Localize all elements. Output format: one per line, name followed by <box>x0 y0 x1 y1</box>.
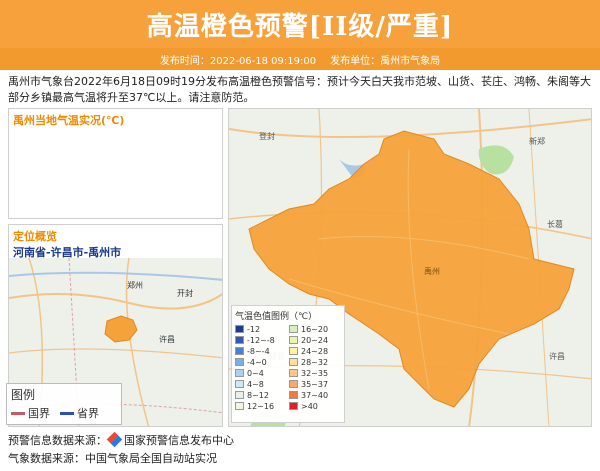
map-legend: 图例 国界 省界 <box>6 383 122 425</box>
temperature-legend-grid: -12 16~20 -12~-8 20~24 -8~-4 24~28 -4~0 28~32 0~… <box>235 324 341 411</box>
map-label-dengfeng: 登封 <box>259 131 275 141</box>
temperature-swatch <box>289 391 298 399</box>
warning-banner: 高温橙色预警[II级/严重] <box>0 0 600 48</box>
temperature-swatch <box>235 369 244 377</box>
publisher: 发布单位：禹州市气象局 <box>330 55 441 67</box>
temperature-swatch <box>289 325 298 333</box>
temperature-range-label: -12~-8 <box>247 335 275 345</box>
provincial-border-line <box>60 411 74 415</box>
warning-source-line: 预警信息数据来源： 国家预警信息发布中心 <box>8 431 234 450</box>
overview-label-zhengzhou: 郑州 <box>127 280 143 290</box>
temperature-range-label: -12 <box>247 324 261 334</box>
legend-label-national-border: 国界 <box>28 407 50 420</box>
temperature-range-label: 24~28 <box>301 346 329 356</box>
temperature-range-label: 20~24 <box>301 335 329 345</box>
temperature-swatch <box>289 369 298 377</box>
temperature-range-label: 4~8 <box>247 379 264 389</box>
temperature-swatch <box>289 380 298 388</box>
map-legend-title: 图例 <box>11 388 36 402</box>
temperature-range-label: -8~-4 <box>247 346 270 356</box>
footer: 预警信息数据来源： 国家预警信息发布中心 气象数据来源：中国气象局全国自动站实况 <box>8 431 234 468</box>
legend-item-provincial-border: 省界 <box>60 405 99 421</box>
temperature-legend-item: 20~24 <box>289 335 341 345</box>
temperature-swatch <box>235 380 244 388</box>
temperature-panel: 禹州当地气温实况(℃) <box>8 108 223 219</box>
temperature-range-label: 12~16 <box>247 401 275 411</box>
temperature-legend-item: 8~12 <box>235 390 287 400</box>
legend-label-provincial-border: 省界 <box>77 407 99 420</box>
temperature-legend-item: -8~-4 <box>235 346 287 356</box>
temperature-range-label: -4~0 <box>247 357 267 367</box>
temperature-swatch <box>289 402 298 410</box>
temperature-range-label: 8~12 <box>247 390 269 400</box>
temperature-swatch <box>235 325 244 333</box>
legend-item-national-border: 国界 <box>11 405 50 421</box>
temperature-swatch <box>235 347 244 355</box>
temperature-legend-item: >40 <box>289 401 341 411</box>
map-label-changge: 长葛 <box>547 219 563 229</box>
national-border-line <box>11 411 25 415</box>
publish-time: 发布时间：2022-06-18 09:19:00 <box>159 55 317 67</box>
warning-source-label: 预警信息数据来源： <box>8 434 107 447</box>
temperature-range-label: 35~37 <box>301 379 329 389</box>
temperature-range-label: 16~20 <box>301 324 329 334</box>
temperature-legend-item: 24~28 <box>289 346 341 356</box>
temperature-swatch <box>235 358 244 366</box>
temperature-range-label: >40 <box>301 401 318 411</box>
temperature-swatch <box>235 336 244 344</box>
temperature-legend-item: 28~32 <box>289 357 341 367</box>
overview-label-xuchang: 许昌 <box>159 334 175 344</box>
temperature-legend-title: 气温色值图例（℃） <box>235 312 318 322</box>
temperature-range-label: 0~4 <box>247 368 264 378</box>
temperature-legend-item: 12~16 <box>235 401 287 411</box>
temperature-legend-item: 4~8 <box>235 379 287 389</box>
temperature-swatch <box>235 402 244 410</box>
temperature-legend-item: -4~0 <box>235 357 287 367</box>
warning-center-logo-icon <box>106 431 123 448</box>
warning-source-name: 国家预警信息发布中心 <box>124 434 234 447</box>
temperature-swatch <box>289 347 298 355</box>
map-label-yuzhou: 禹州 <box>424 267 440 276</box>
temperature-legend-item: -12~-8 <box>235 335 287 345</box>
temperature-legend-item: 35~37 <box>289 379 341 389</box>
warning-title: 高温橙色预警[II级/严重] <box>146 11 454 42</box>
map-label-xinzheng: 新郑 <box>529 136 545 146</box>
overview-label-kaifeng: 开封 <box>177 288 193 298</box>
temperature-range-label: 37~40 <box>301 390 329 400</box>
temperature-legend-item: -12 <box>235 324 287 334</box>
map-label-xuchang: 许昌 <box>549 351 565 361</box>
meta-bar: 发布时间：2022-06-18 09:19:00 发布单位：禹州市气象局 <box>0 48 600 70</box>
temperature-range-label: 32~35 <box>301 368 329 378</box>
temperature-color-legend: 气温色值图例（℃） -12 16~20 -12~-8 20~24 -8~-4 24~28-… <box>231 305 345 423</box>
warning-description: 禹州市气象台2022年6月18日09时19分发布高温橙色预警信号：预计今天白天我… <box>8 75 591 104</box>
temperature-legend-item: 16~20 <box>289 324 341 334</box>
temperature-panel-title: 禹州当地气温实况(℃) <box>13 114 125 127</box>
temperature-swatch <box>289 358 298 366</box>
temperature-swatch <box>235 391 244 399</box>
location-panel-title: 定位概览 <box>13 230 57 243</box>
temperature-legend-item: 32~35 <box>289 368 341 378</box>
weather-source-line: 气象数据来源：中国气象局全国自动站实况 <box>8 452 217 465</box>
temperature-legend-item: 0~4 <box>235 368 287 378</box>
temperature-range-label: 28~32 <box>301 357 329 367</box>
temperature-swatch <box>289 336 298 344</box>
temperature-legend-item: 37~40 <box>289 390 341 400</box>
